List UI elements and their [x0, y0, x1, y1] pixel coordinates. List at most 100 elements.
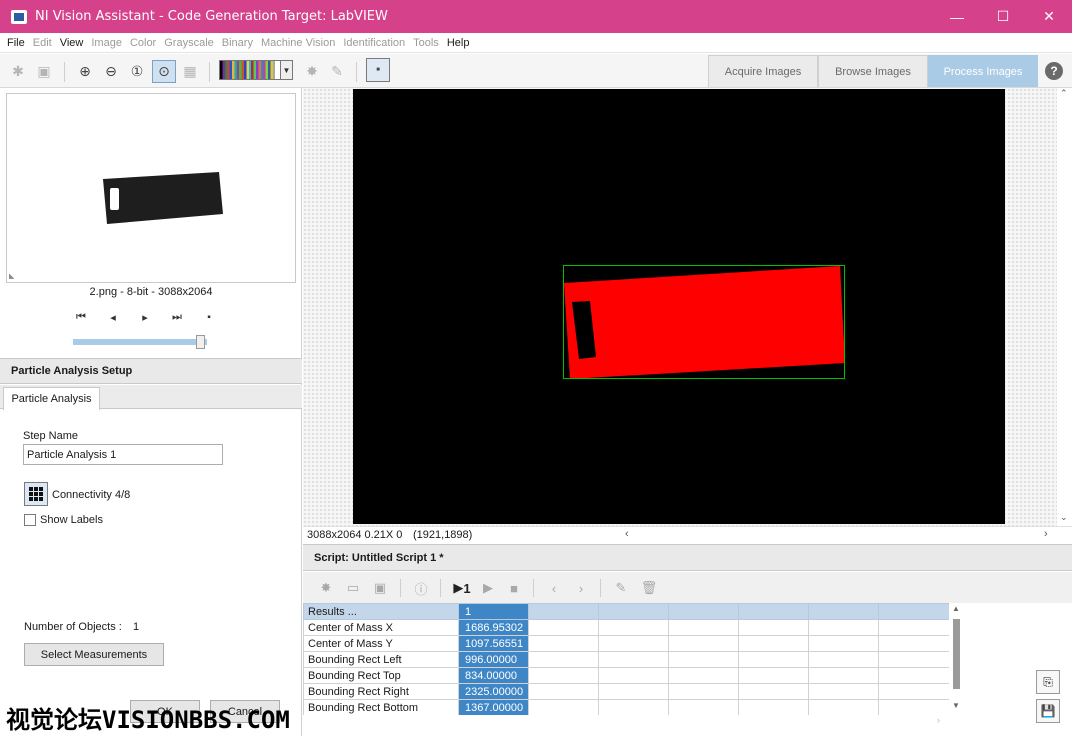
new-script-icon[interactable]: ✸ — [317, 579, 335, 597]
delete-step-icon[interactable]: 🗑 — [640, 579, 658, 597]
menu-tools[interactable]: Tools — [409, 37, 443, 49]
edit-step-icon[interactable]: ✎ — [612, 579, 630, 597]
tab-acquire-images[interactable]: Acquire Images — [708, 55, 818, 87]
table-row[interactable]: Bounding Rect Top 834.00000 — [303, 667, 949, 684]
scroll-up-icon[interactable]: ⌃ — [1060, 88, 1068, 99]
image-thumbnail[interactable]: ◣ — [6, 93, 296, 283]
empty-cell — [878, 667, 949, 684]
previous-image-icon[interactable]: ◂ — [105, 308, 121, 326]
show-labels-checkbox[interactable] — [24, 514, 36, 526]
scroll-right-icon[interactable]: › — [1044, 528, 1048, 540]
menu-edit[interactable]: Edit — [29, 37, 56, 49]
grid-icon — [29, 487, 43, 501]
zoom-1to1-icon[interactable]: ① — [127, 61, 147, 81]
process-icon[interactable]: ✸ — [302, 61, 322, 81]
edit-icon[interactable]: ✎ — [327, 61, 347, 81]
color-palette-selector[interactable] — [219, 60, 281, 80]
save-image-icon[interactable]: ▣ — [34, 61, 54, 81]
results-column-header[interactable]: 1 — [458, 603, 529, 620]
close-button[interactable]: ✕ — [1026, 0, 1072, 33]
menu-help[interactable]: Help — [443, 37, 474, 49]
step-forward-icon[interactable]: › — [572, 579, 590, 597]
zoom-out-icon[interactable]: ⊖ — [101, 61, 121, 81]
scroll-right-icon[interactable]: › — [937, 715, 940, 725]
run-continuous-icon[interactable]: ▶ — [479, 579, 497, 597]
save-results-icon[interactable]: 💾 — [1036, 699, 1060, 723]
minimize-button[interactable]: — — [934, 0, 980, 33]
measurement-value: 1686.95302 — [458, 619, 529, 636]
next-image-icon[interactable]: ▸ — [137, 308, 153, 326]
title-bar: NI Vision Assistant - Code Generation Ta… — [0, 0, 1072, 33]
browser-view-icon[interactable]: ▪ — [201, 308, 217, 326]
menu-file[interactable]: File — [3, 37, 29, 49]
results-horizontal-scrollbar[interactable]: › — [303, 715, 963, 729]
last-image-icon[interactable]: ⏭ — [169, 308, 185, 326]
step-info-icon[interactable]: ⓘ — [412, 579, 430, 597]
toolbar-separator — [533, 579, 534, 597]
table-row[interactable]: Center of Mass X 1686.95302 — [303, 619, 949, 636]
menu-view[interactable]: View — [56, 37, 88, 49]
table-row[interactable]: Bounding Rect Right 2325.00000 — [303, 683, 949, 700]
menu-machine-vision[interactable]: Machine Vision — [257, 37, 339, 49]
stop-icon[interactable]: ■ — [505, 579, 523, 597]
toolbar-separator — [400, 579, 401, 597]
select-measurements-button[interactable]: Select Measurements — [24, 643, 164, 666]
table-row[interactable]: Bounding Rect Left 996.00000 — [303, 651, 949, 668]
image-browser-slider-thumb[interactable] — [196, 335, 205, 349]
image-viewer[interactable] — [303, 88, 1072, 526]
palette-dropdown-icon[interactable]: ▼ — [281, 60, 293, 80]
step-back-icon[interactable]: ‹ — [545, 579, 563, 597]
empty-cell — [598, 651, 669, 668]
open-script-icon[interactable]: ▭ — [344, 579, 362, 597]
browser-navigation: ⏮ ◂ ▸ ⏭ ▪ — [73, 308, 233, 326]
menu-image[interactable]: Image — [87, 37, 126, 49]
show-labels-label: Show Labels — [40, 514, 103, 526]
empty-cell — [878, 651, 949, 668]
zoom-fit-icon[interactable]: ⊙ — [152, 60, 176, 83]
measurement-label: Center of Mass X — [303, 619, 459, 636]
menu-identification[interactable]: Identification — [339, 37, 409, 49]
viewer-vertical-scrollbar[interactable]: ⌃ ⌄ — [1057, 88, 1072, 526]
scroll-down-icon[interactable]: ▼ — [952, 701, 960, 710]
scroll-left-icon[interactable]: ‹ — [625, 528, 629, 540]
image-size-icon[interactable]: ▦ — [180, 61, 200, 81]
run-once-icon[interactable]: ▶ 1 — [450, 579, 474, 597]
first-image-icon[interactable]: ⏮ — [73, 308, 89, 326]
scroll-down-icon[interactable]: ⌄ — [1060, 512, 1068, 523]
empty-cell — [738, 635, 809, 652]
acquire-icon[interactable]: ✱ — [8, 61, 28, 81]
help-icon[interactable]: ? — [1045, 62, 1063, 80]
number-of-objects-label: Number of Objects : — [24, 621, 122, 633]
menu-color[interactable]: Color — [126, 37, 160, 49]
empty-cell — [808, 651, 879, 668]
table-row[interactable]: Bounding Rect Bottom 1367.00000 — [303, 699, 949, 715]
scroll-up-icon[interactable]: ▲ — [952, 604, 960, 613]
export-results-icon[interactable]: ⎘ — [1036, 670, 1060, 694]
tab-particle-analysis[interactable]: Particle Analysis — [3, 387, 100, 410]
zoom-in-icon[interactable]: ⊕ — [75, 61, 95, 81]
scrollbar-thumb[interactable] — [953, 619, 960, 689]
table-row[interactable]: Center of Mass Y 1097.56551 — [303, 635, 949, 652]
empty-cell — [808, 619, 879, 636]
results-header-label[interactable]: Results ... — [303, 603, 459, 620]
connectivity-toggle[interactable] — [24, 482, 48, 506]
image-browser-slider[interactable] — [73, 339, 207, 345]
menu-grayscale[interactable]: Grayscale — [160, 37, 218, 49]
step-name-input[interactable]: Particle Analysis 1 — [23, 444, 223, 465]
empty-cell — [528, 667, 599, 684]
tab-process-images[interactable]: Process Images — [928, 55, 1038, 87]
empty-header-cell — [738, 603, 809, 620]
menu-binary[interactable]: Binary — [218, 37, 257, 49]
empty-header-cell — [528, 603, 599, 620]
toolbar-separator — [600, 579, 601, 597]
image-canvas[interactable] — [353, 89, 1005, 524]
maximize-button[interactable]: ☐ — [980, 0, 1026, 33]
save-script-icon[interactable]: ▣ — [371, 579, 389, 597]
tab-browse-images[interactable]: Browse Images — [818, 55, 928, 87]
measurement-label: Center of Mass Y — [303, 635, 459, 652]
empty-cell — [528, 699, 599, 715]
empty-cell — [738, 667, 809, 684]
results-vertical-scrollbar[interactable]: ▲ ▼ — [949, 603, 963, 715]
empty-cell — [808, 667, 879, 684]
selection-tool-icon[interactable]: ■ — [366, 58, 390, 82]
